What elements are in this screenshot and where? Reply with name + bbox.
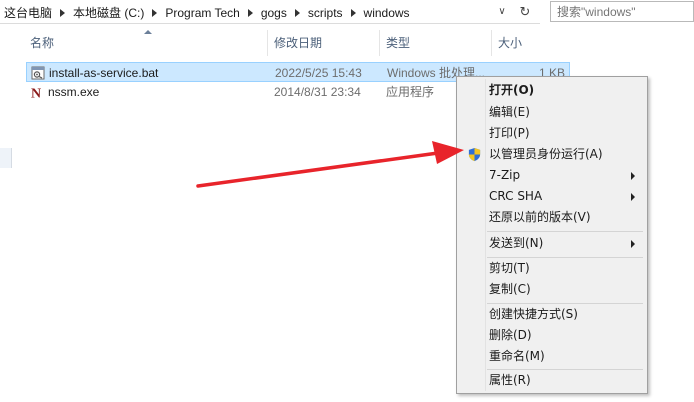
menu-separator (487, 231, 643, 232)
menu-item-label: 创建快捷方式(S) (489, 307, 578, 321)
menu-item-cut[interactable]: 剪切(T) (459, 258, 645, 279)
nssm-app-icon: N (31, 87, 41, 100)
crumb-windows[interactable]: windows (364, 6, 410, 20)
svg-text:N: N (31, 87, 41, 100)
menu-item-label: 7-Zip (489, 168, 521, 182)
menu-item-copy[interactable]: 复制(C) (459, 279, 645, 300)
menu-item-label: 发送到(N) (489, 236, 544, 250)
menu-item-send-to[interactable]: 发送到(N) (459, 233, 645, 254)
column-name-label: 名称 (30, 36, 55, 50)
menu-item-label: 复制(C) (489, 282, 531, 296)
crumb-local-disk[interactable]: 本地磁盘 (C:) (73, 4, 144, 21)
menu-item-label: 剪切(T) (489, 261, 530, 275)
breadcrumb-separator-icon[interactable] (60, 8, 66, 17)
menu-item-print[interactable]: 打印(P) (459, 123, 645, 144)
breadcrumb-separator-icon[interactable] (247, 8, 253, 17)
arrow-shaft (196, 151, 440, 188)
menu-item-label: 还原以前的版本(V) (489, 210, 591, 224)
column-header: 名称 修改日期 类型 大小 (24, 30, 570, 56)
navigation-pane-edge (0, 148, 12, 168)
menu-item-rename[interactable]: 重命名(M) (459, 346, 645, 367)
crumb-gogs[interactable]: gogs (261, 6, 287, 20)
menu-item-label: 打开(O) (489, 83, 535, 97)
column-date[interactable]: 修改日期 (268, 30, 380, 56)
file-type: 应用程序 (386, 85, 435, 99)
search-input[interactable] (550, 1, 694, 22)
column-size[interactable]: 大小 (492, 30, 570, 56)
menu-item-create-shortcut[interactable]: 创建快捷方式(S) (459, 304, 645, 325)
chevron-down-icon[interactable]: ∨ (494, 4, 510, 20)
menu-item-crc-sha[interactable]: CRC SHA (459, 186, 645, 207)
menu-item-label: 删除(D) (489, 328, 532, 342)
menu-item-restore-previous[interactable]: 还原以前的版本(V) (459, 207, 645, 228)
breadcrumb-separator-icon[interactable] (294, 8, 300, 17)
submenu-arrow-icon (631, 240, 635, 248)
file-name: install-as-service.bat (49, 66, 159, 80)
menu-item-label: 属性(R) (489, 373, 531, 387)
uac-shield-icon (468, 147, 481, 162)
breadcrumb: 这台电脑 本地磁盘 (C:) Program Tech gogs scripts… (4, 4, 410, 21)
menu-item-label: 重命名(M) (489, 349, 545, 363)
menu-item-label: 打印(P) (489, 126, 530, 140)
submenu-arrow-icon (631, 193, 635, 201)
menu-item-properties[interactable]: 属性(R) (459, 370, 645, 391)
crumb-program-tech[interactable]: Program Tech (165, 6, 239, 20)
crumb-scripts[interactable]: scripts (308, 6, 343, 20)
menu-item-run-as-admin[interactable]: 以管理员身份运行(A) (459, 144, 645, 165)
breadcrumb-separator-icon[interactable] (152, 8, 158, 17)
refresh-icon[interactable]: ↻ (516, 3, 534, 21)
menu-item-7zip[interactable]: 7-Zip (459, 165, 645, 186)
batch-file-icon (31, 66, 45, 80)
menu-item-delete[interactable]: 删除(D) (459, 325, 645, 346)
file-date: 2022/5/25 15:43 (275, 66, 362, 80)
column-date-label: 修改日期 (274, 36, 323, 50)
breadcrumb-separator-icon[interactable] (350, 8, 356, 17)
context-menu: 打开(O) 编辑(E) 打印(P) 以管理员身份运行(A) 7-Zip CRC … (456, 76, 648, 394)
file-name: nssm.exe (48, 85, 100, 99)
menu-item-label: CRC SHA (489, 189, 543, 203)
menu-item-label: 编辑(E) (489, 105, 530, 119)
submenu-arrow-icon (631, 172, 635, 180)
column-name[interactable]: 名称 (24, 30, 268, 56)
menu-item-label: 以管理员身份运行(A) (489, 147, 603, 161)
crumb-this-pc[interactable]: 这台电脑 (4, 4, 52, 21)
address-bar[interactable]: 这台电脑 本地磁盘 (C:) Program Tech gogs scripts… (0, 0, 540, 24)
column-size-label: 大小 (498, 36, 523, 50)
menu-item-edit[interactable]: 编辑(E) (459, 102, 645, 123)
menu-item-open[interactable]: 打开(O) (459, 80, 645, 101)
sort-ascending-icon (144, 30, 152, 34)
column-type[interactable]: 类型 (380, 30, 492, 56)
file-date: 2014/8/31 23:34 (274, 85, 361, 99)
column-type-label: 类型 (386, 36, 411, 50)
